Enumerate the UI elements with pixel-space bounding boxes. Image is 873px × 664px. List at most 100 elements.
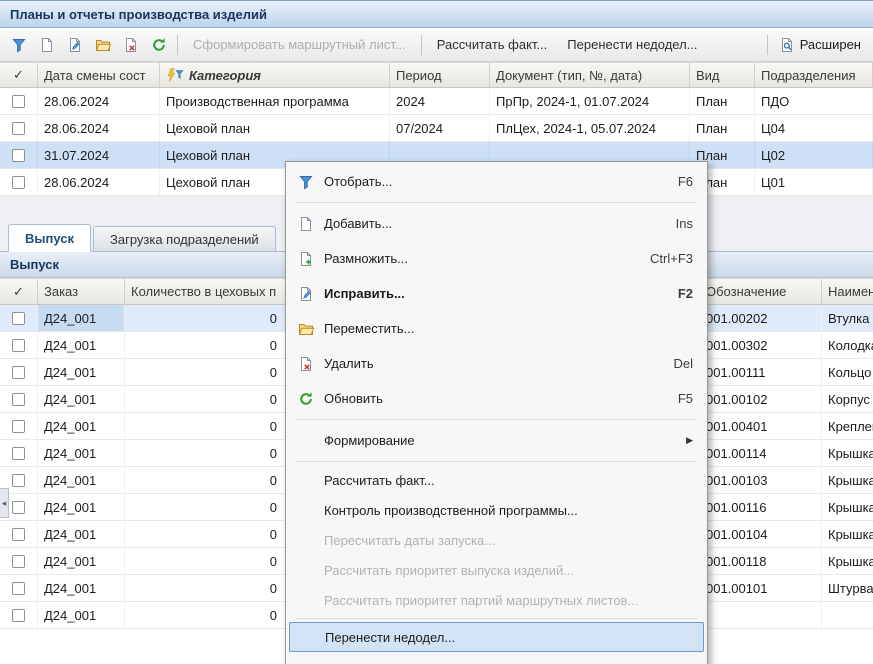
row-checkbox[interactable] [12,95,25,108]
cell-designation: 001.00111 [700,359,822,385]
row-checkbox[interactable] [12,555,25,568]
column-header-check[interactable]: ✓ [0,63,38,87]
column-header-period[interactable]: Период [390,63,490,87]
row-check-cell [0,575,38,601]
cell-period: 07/2024 [390,115,490,141]
app-window: Планы и отчеты производства изделий Сфор… [0,0,873,664]
cell-name [822,602,873,628]
menu-item-duplicate[interactable]: Размножить...Ctrl+F3 [286,241,707,276]
plans-table-header: ✓ Дата смены сост Категория Период Докум… [0,62,873,88]
edit-document-icon [67,37,83,53]
delete-document-icon [123,37,139,53]
row-check-cell [0,115,38,141]
row-checkbox[interactable] [12,122,25,135]
menu-item-delete[interactable]: УдалитьDel [286,346,707,381]
row-checkbox[interactable] [12,609,25,622]
cell-order: Д24_001 [38,413,125,439]
column-header-kind[interactable]: Вид [690,63,755,87]
menu-item-edit[interactable]: Исправить...F2 [286,276,707,311]
plans-table-row[interactable]: 28.06.2024Цеховой план07/2024ПлЦех, 2024… [0,115,873,142]
plans-table-row[interactable]: 28.06.2024Производственная программа2024… [0,88,873,115]
cell-order: Д24_001 [38,386,125,412]
cell-order: Д24_001 [38,521,125,547]
calculate-fact-button[interactable]: Рассчитать факт... [427,37,558,52]
section-title: Выпуск [10,257,59,272]
menu-item-calc-fact[interactable]: Рассчитать факт... [286,465,707,495]
menu-item-filter[interactable]: Отобрать...F6 [286,164,707,199]
menu-separator [296,618,697,619]
cell-date: 31.07.2024 [38,142,160,168]
filter-icon [11,37,27,53]
row-check-cell [0,88,38,114]
menu-item-priority-route-list-batches: Рассчитать приоритет партий маршрутных л… [286,585,707,615]
move-document-button[interactable] [90,32,116,58]
menu-item-add[interactable]: Добавить...Ins [286,206,707,241]
tab-output[interactable]: Выпуск [8,224,91,252]
menu-item-move[interactable]: Переместить... [286,311,707,346]
toolbar-separator [177,35,178,55]
create-route-list-button: Сформировать маршрутный лист... [183,37,416,52]
refresh-button[interactable] [146,32,172,58]
row-checkbox[interactable] [12,501,25,514]
cell-period: 2024 [390,88,490,114]
row-check-cell [0,305,38,331]
edit-document-button[interactable] [62,32,88,58]
cell-order: Д24_001 [38,305,125,331]
column-header-department[interactable]: Подразделения [755,63,873,87]
cell-quantity: 0 [125,467,286,493]
cell-quantity: 0 [125,521,286,547]
menu-item-refresh[interactable]: ОбновитьF5 [286,381,707,416]
cell-name: Корпус [822,386,873,412]
row-checkbox[interactable] [12,393,25,406]
extended-button[interactable]: Расширен [773,37,867,53]
add-document-button[interactable] [34,32,60,58]
cell-document: ПрПр, 2024-1, 01.07.2024 [490,88,690,114]
row-check-cell [0,413,38,439]
row-checkbox[interactable] [12,528,25,541]
cell-name: Крышка [822,494,873,520]
column-header-category[interactable]: Категория [160,63,390,87]
column-header-date[interactable]: Дата смены сост [38,63,160,87]
toolbar: Сформировать маршрутный лист... Рассчита… [0,28,873,62]
refresh-icon [151,37,167,53]
add-document-icon [39,37,55,53]
row-checkbox[interactable] [12,149,25,162]
splitter-collapse-button[interactable]: ◂ [0,488,9,518]
row-checkbox[interactable] [12,312,25,325]
column-header-name[interactable]: Наименование [822,279,873,304]
row-checkbox[interactable] [12,366,25,379]
cell-name: Колодка [822,332,873,358]
menu-item-transfer-shortfall[interactable]: Перенести недодел... [289,622,704,652]
cell-quantity: 0 [125,440,286,466]
menu-item-formation[interactable]: Формирование▶ [286,423,707,458]
row-checkbox[interactable] [12,447,25,460]
cell-quantity: 0 [125,602,286,628]
cell-quantity: 0 [125,359,286,385]
move-document-icon [296,321,316,337]
cell-order: Д24_001 [38,548,125,574]
row-check-cell [0,521,38,547]
column-header-designation[interactable]: Обозначение [700,279,822,304]
row-checkbox[interactable] [12,420,25,433]
cell-name: Кольцо [822,359,873,385]
column-header-check[interactable]: ✓ [0,279,38,304]
column-header-document[interactable]: Документ (тип, №, дата) [490,63,690,87]
row-checkbox[interactable] [12,582,25,595]
tab-department-load[interactable]: Загрузка подразделений [93,226,276,251]
cell-name: Втулка [822,305,873,331]
column-header-order[interactable]: Заказ [38,279,125,304]
row-checkbox[interactable] [12,474,25,487]
menu-item-control-production-program[interactable]: Контроль производственной программы... [286,495,707,525]
transfer-shortfall-button[interactable]: Перенести недодел... [557,37,707,52]
toolbar-separator [421,35,422,55]
menu-item-recalc-launch-dates: Пересчитать даты запуска... [286,525,707,555]
row-checkbox[interactable] [12,176,25,189]
row-check-cell [0,332,38,358]
cell-quantity: 0 [125,548,286,574]
delete-document-button[interactable] [118,32,144,58]
row-checkbox[interactable] [12,339,25,352]
cell-name: Крышка [822,521,873,547]
filter-button[interactable] [6,32,32,58]
column-header-quantity[interactable]: Количество в цеховых п [125,279,286,304]
row-check-cell [0,386,38,412]
